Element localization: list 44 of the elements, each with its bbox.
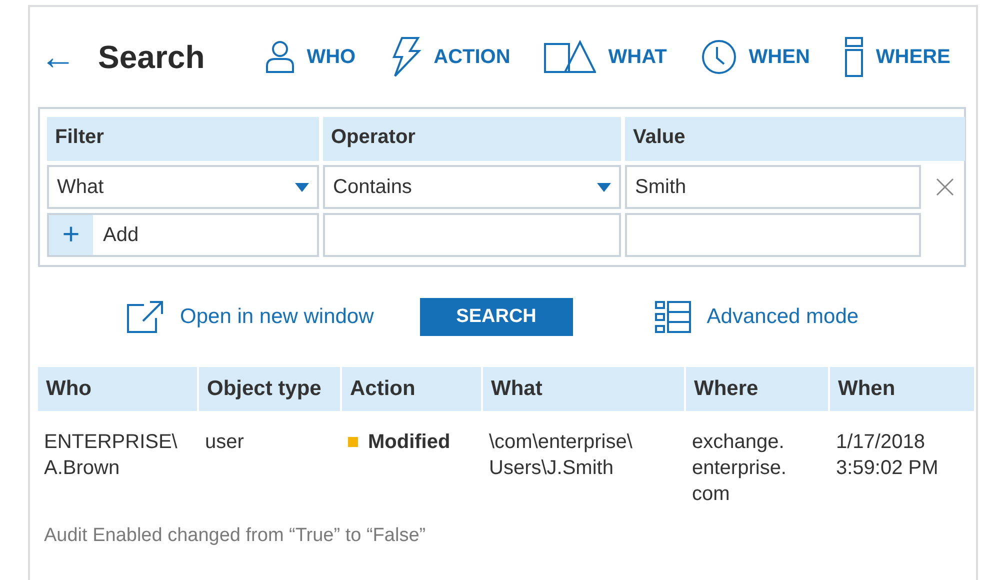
column-header: Operator <box>323 117 621 161</box>
value-field[interactable]: Smith <box>625 165 921 209</box>
clock-icon <box>700 39 737 75</box>
dropdown-caret-icon <box>295 182 309 192</box>
list-layout-icon <box>654 301 691 333</box>
operator-field[interactable] <box>323 213 621 257</box>
add-label: Add <box>102 224 140 246</box>
search-button[interactable]: SEARCH <box>420 298 573 336</box>
filter-category-button[interactable]: WHAT <box>544 40 667 74</box>
advanced-mode-link[interactable]: Advanced mode <box>654 301 859 333</box>
operator-dropdown[interactable]: Contains <box>323 165 621 209</box>
what-cell-text: \com\enterprise\ Users\J.Smith <box>489 430 634 481</box>
column-header: When <box>830 367 974 411</box>
lightning-icon <box>390 37 422 77</box>
shapes-icon <box>544 40 596 74</box>
add-button[interactable]: + <box>49 215 93 255</box>
filter-category-button[interactable]: WHO <box>264 40 356 74</box>
column-header: Value <box>625 117 965 161</box>
filter-category-button[interactable]: WHERE <box>844 37 950 77</box>
column-header: Filter <box>47 117 319 161</box>
column-header: Object type <box>199 367 340 411</box>
where-cell-text: exchange. enterprise. com <box>692 430 788 507</box>
close-icon[interactable] <box>936 178 954 196</box>
filter-category-button[interactable]: WHEN <box>700 39 810 75</box>
value-field[interactable] <box>625 213 921 257</box>
dropdown-caret-icon <box>597 182 611 192</box>
column-header: Who <box>38 367 197 411</box>
filter-dropdown[interactable]: What <box>47 165 319 209</box>
action-cell-text: Modified <box>368 430 450 455</box>
server-icon <box>844 37 864 77</box>
add-filter-field[interactable]: + Add <box>47 213 319 257</box>
back-button[interactable]: ← <box>40 39 76 75</box>
column-header: What <box>483 367 684 411</box>
who-cell-text: ENTERPRISE\ A.Brown <box>44 430 178 481</box>
filter-category-button[interactable]: ACTION <box>390 37 510 77</box>
open-window-link[interactable]: Open in new window <box>126 301 374 333</box>
external-window-icon <box>126 301 164 333</box>
page-title: Search <box>98 38 205 76</box>
column-header: Action <box>342 367 481 411</box>
object-type-cell-text: user <box>205 430 245 455</box>
person-icon <box>264 40 295 74</box>
column-header: Where <box>686 367 828 411</box>
change-detail: Audit Enabled changed from “True” to “False” <box>44 525 426 546</box>
when-cell-text: 1/17/2018 3:59:02 PM <box>836 430 940 481</box>
